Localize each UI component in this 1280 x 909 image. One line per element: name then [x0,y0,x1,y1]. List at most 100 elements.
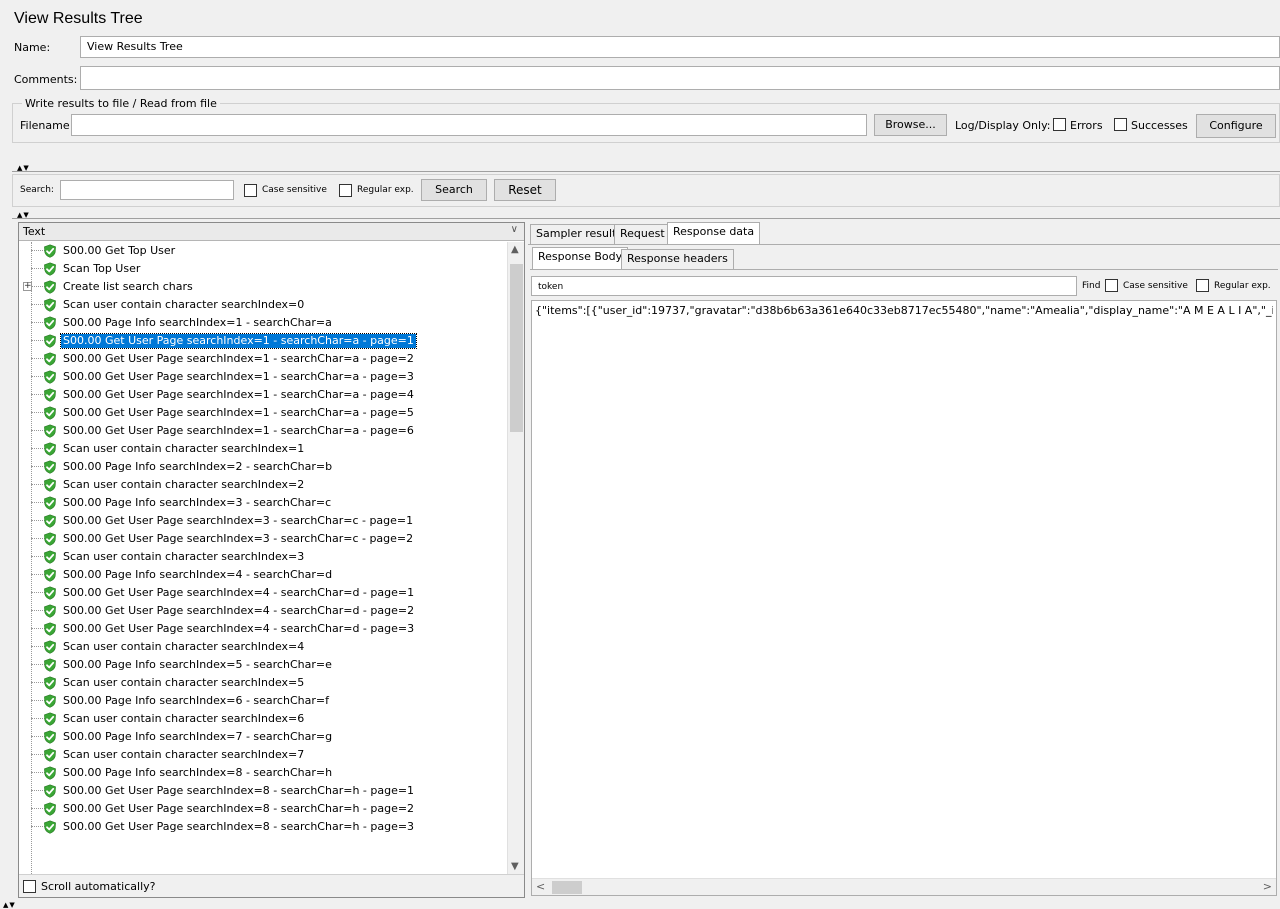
tab-request[interactable]: Request [614,224,671,244]
tree-row-label: S00.00 Get User Page searchIndex=3 - sea… [63,532,414,545]
success-shield-icon [43,712,57,726]
success-shield-icon [43,514,57,528]
tree-row-label: S00.00 Get User Page searchIndex=1 - sea… [63,406,414,419]
tree-row[interactable]: Scan user contain character searchIndex=… [19,440,507,458]
tree-row[interactable]: S00.00 Get Top User [19,242,507,260]
success-shield-icon [43,280,57,294]
tree-row-label: S00.00 Get User Page searchIndex=8 - sea… [63,802,415,815]
tree-row[interactable]: Scan user contain character searchIndex=… [19,638,507,656]
tree-row[interactable]: S00.00 Get User Page searchIndex=4 - sea… [19,620,507,638]
tree-row[interactable]: S00.00 Get User Page searchIndex=8 - sea… [19,800,507,818]
tree-row[interactable]: Scan user contain character searchIndex=… [19,476,507,494]
tree-row[interactable]: S00.00 Page Info searchIndex=1 - searchC… [19,314,507,332]
tree-row[interactable]: Scan Top User [19,260,507,278]
tree-row[interactable]: S00.00 Get User Page searchIndex=4 - sea… [19,584,507,602]
response-body-text[interactable]: {"items":[{"user_id":19737,"gravatar":"d… [535,304,1273,317]
errors-checkbox[interactable] [1053,118,1066,131]
tab-response-body[interactable]: Response Body [532,247,629,269]
success-shield-icon [43,640,57,654]
scroll-left-icon[interactable]: < [536,880,545,893]
tree-row-label: Scan user contain character searchIndex=… [63,748,305,761]
response-horizontal-scrollbar[interactable]: < > [532,878,1276,895]
tree-row[interactable]: S00.00 Get User Page searchIndex=8 - sea… [19,818,507,836]
success-shield-icon [43,370,57,384]
success-shield-icon [43,406,57,420]
tree-row[interactable]: S00.00 Get User Page searchIndex=1 - sea… [19,422,507,440]
comments-field[interactable] [80,66,1280,90]
tree-row-label: S00.00 Page Info searchIndex=2 - searchC… [63,460,333,473]
tree-row[interactable]: Scan user contain character searchIndex=… [19,746,507,764]
tree-row[interactable]: S00.00 Get User Page searchIndex=1 - sea… [19,332,507,350]
search-button[interactable]: Search [421,179,487,201]
reset-button[interactable]: Reset [494,179,556,201]
find-regex-checkbox[interactable] [1196,279,1209,292]
name-field[interactable]: View Results Tree [80,36,1280,58]
results-tree-panel: Text ∨ S00.00 Get Top User Scan Top User +… [18,222,525,898]
scroll-thumb[interactable] [552,881,582,894]
browse-button[interactable]: Browse... [874,114,947,136]
tree-row[interactable]: Scan user contain character searchIndex=… [19,674,507,692]
splitter-arrows-icon[interactable]: ▲▼ [3,902,16,909]
tab-response-data[interactable]: Response data [667,222,761,244]
tree-row[interactable]: Scan user contain character searchIndex=… [19,548,507,566]
tree-vertical-scrollbar[interactable]: ▲ ▼ [507,242,524,874]
tree-row-label: S00.00 Get User Page searchIndex=1 - sea… [63,352,414,365]
scroll-auto-checkbox[interactable] [23,880,36,893]
tree-row[interactable]: + Create list search chars [19,278,507,296]
scroll-down-icon[interactable]: ▼ [511,861,519,872]
case-sensitive-checkbox[interactable] [244,184,257,197]
success-shield-icon [43,658,57,672]
tree-row[interactable]: S00.00 Get User Page searchIndex=1 - sea… [19,404,507,422]
tree-row[interactable]: S00.00 Page Info searchIndex=4 - searchC… [19,566,507,584]
successes-checkbox[interactable] [1114,118,1127,131]
tree-row[interactable]: Scan user contain character searchIndex=… [19,710,507,728]
search-input[interactable] [60,180,234,200]
tree-row-label: Scan user contain character searchIndex=… [63,298,305,311]
expand-icon[interactable]: + [23,282,32,291]
tab-response-headers[interactable]: Response headers [621,249,734,269]
tree-row[interactable]: S00.00 Page Info searchIndex=2 - searchC… [19,458,507,476]
success-shield-icon [43,478,57,492]
tree-row[interactable]: S00.00 Get User Page searchIndex=8 - sea… [19,782,507,800]
filename-field[interactable] [71,114,867,136]
success-shield-icon [43,694,57,708]
response-body-area[interactable]: {"items":[{"user_id":19737,"gravatar":"d… [531,300,1277,896]
file-group-legend: Write results to file / Read from file [22,97,220,110]
results-tree[interactable]: S00.00 Get Top User Scan Top User + Create … [19,242,507,874]
tree-row[interactable]: S00.00 Page Info searchIndex=6 - searchC… [19,692,507,710]
errors-label: Errors [1070,119,1103,132]
success-shield-icon [43,496,57,510]
tree-row-label: S00.00 Page Info searchIndex=8 - searchC… [63,766,333,779]
find-label: Find [1082,281,1101,291]
tree-row[interactable]: S00.00 Get User Page searchIndex=3 - sea… [19,512,507,530]
splitter[interactable] [12,218,1280,219]
find-case-sensitive-checkbox[interactable] [1105,279,1118,292]
success-shield-icon [43,316,57,330]
tree-row-label: Scan user contain character searchIndex=… [63,676,305,689]
tree-row[interactable]: S00.00 Get User Page searchIndex=1 - sea… [19,350,507,368]
scroll-thumb[interactable] [510,264,523,432]
tree-row[interactable]: S00.00 Page Info searchIndex=8 - searchC… [19,764,507,782]
success-shield-icon [43,748,57,762]
tree-column-header[interactable]: Text ∨ [19,223,524,241]
tree-row[interactable]: S00.00 Get User Page searchIndex=1 - sea… [19,386,507,404]
tree-row[interactable]: S00.00 Get User Page searchIndex=4 - sea… [19,602,507,620]
tree-row-label: S00.00 Get User Page searchIndex=4 - sea… [63,622,415,635]
tree-row[interactable]: Scan user contain character searchIndex=… [19,296,507,314]
scroll-up-icon[interactable]: ▲ [511,244,519,255]
tree-row-label: S00.00 Get User Page searchIndex=4 - sea… [63,604,415,617]
success-shield-icon [43,568,57,582]
find-input[interactable]: token [531,276,1077,296]
tree-row[interactable]: S00.00 Get User Page searchIndex=3 - sea… [19,530,507,548]
tree-row[interactable]: S00.00 Page Info searchIndex=3 - searchC… [19,494,507,512]
tree-row[interactable]: S00.00 Get User Page searchIndex=1 - sea… [19,368,507,386]
configure-button[interactable]: Configure [1196,114,1276,138]
tree-row[interactable]: S00.00 Page Info searchIndex=5 - searchC… [19,656,507,674]
regex-checkbox[interactable] [339,184,352,197]
scroll-right-icon[interactable]: > [1263,880,1272,893]
tree-row[interactable]: S00.00 Page Info searchIndex=7 - searchC… [19,728,507,746]
splitter[interactable] [12,171,1280,172]
success-shield-icon [43,244,57,258]
chevron-down-icon[interactable]: ∨ [511,224,518,235]
tab-sampler-result[interactable]: Sampler result [530,224,623,244]
